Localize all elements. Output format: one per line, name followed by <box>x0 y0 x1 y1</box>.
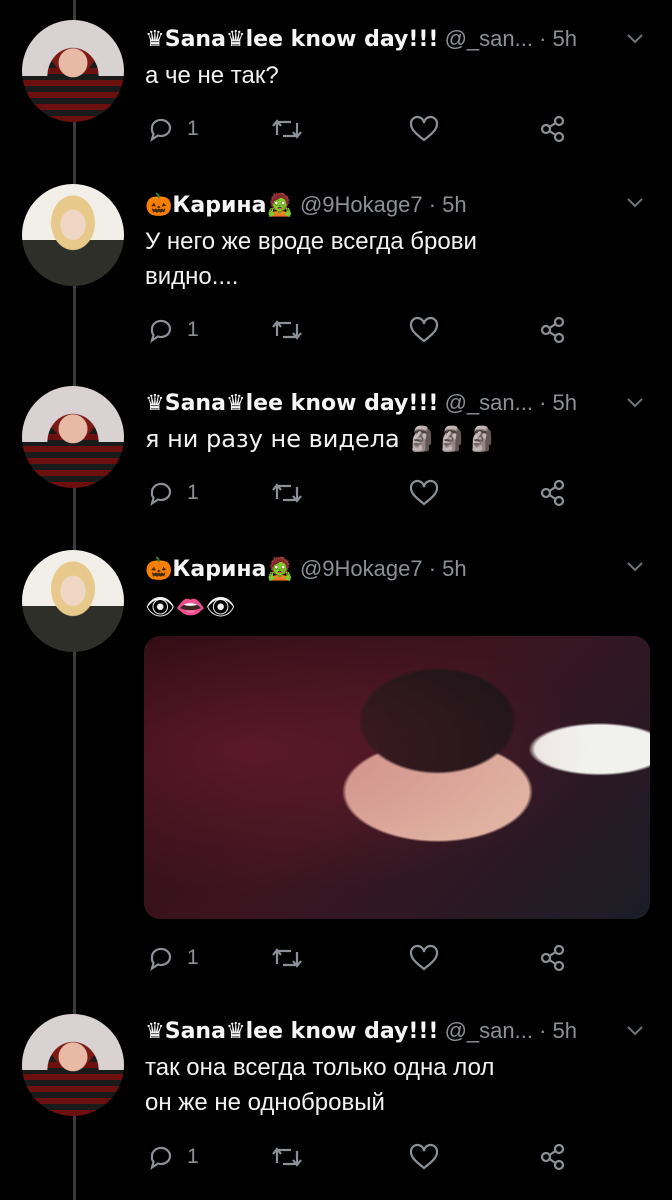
reply-count: 1 <box>187 481 199 504</box>
share-button[interactable] <box>538 942 568 974</box>
tweet-time[interactable]: · 5h <box>429 556 467 581</box>
heart-icon <box>409 115 439 142</box>
heart-icon <box>409 479 439 506</box>
tweet-text-line: У него же вроде всегда брови <box>145 228 477 255</box>
tweet-actions: 1 <box>145 314 585 346</box>
tweet-header: ♛Sana♛lee know day!!! @_san... · 5h <box>145 26 577 52</box>
heart-icon <box>409 944 439 971</box>
tweet-text: так она всегда только одна лол он же не … <box>145 1050 494 1120</box>
retweet-icon <box>272 320 302 340</box>
retweet-button[interactable] <box>271 113 303 145</box>
avatar[interactable] <box>22 20 124 122</box>
tweet-header: 🎃Карина🧟 @9Hokage7 · 5h <box>145 192 467 218</box>
tweet-time[interactable]: · 5h <box>539 1018 577 1043</box>
tweet-text-line: видно.... <box>145 263 239 290</box>
author-name[interactable]: ♛Sana♛lee know day!!! <box>145 1019 438 1044</box>
tweet-media-image[interactable] <box>144 636 650 919</box>
reply-count: 1 <box>187 1145 199 1168</box>
tweet-header: ♛Sana♛lee know day!!! @_san... · 5h <box>145 390 577 416</box>
like-button[interactable] <box>409 1141 439 1173</box>
share-button[interactable] <box>538 314 568 346</box>
reply-count: 1 <box>187 318 199 341</box>
reply-button[interactable]: 1 <box>147 942 199 974</box>
chevron-down-icon[interactable] <box>626 558 644 576</box>
tweet-time[interactable]: · 5h <box>539 26 577 51</box>
author-handle[interactable]: @_san... <box>445 26 533 51</box>
reply-count: 1 <box>187 117 199 140</box>
tweet-text: а че не так? <box>145 58 279 93</box>
chevron-down-icon[interactable] <box>626 30 644 48</box>
tweet-time[interactable]: · 5h <box>429 192 467 217</box>
avatar[interactable] <box>22 1014 124 1116</box>
retweet-icon <box>272 483 302 503</box>
heart-icon <box>409 1143 439 1170</box>
avatar[interactable] <box>22 386 124 488</box>
tweet-actions: 1 <box>145 942 585 974</box>
share-button[interactable] <box>538 1141 568 1173</box>
share-icon <box>540 316 565 344</box>
chevron-down-icon[interactable] <box>626 194 644 212</box>
tweet-text-line: так она всегда только одна лол <box>145 1054 495 1081</box>
share-icon <box>540 944 565 972</box>
author-name[interactable]: 🎃Карина🧟 <box>145 557 294 582</box>
retweet-button[interactable] <box>271 1141 303 1173</box>
share-button[interactable] <box>538 477 568 509</box>
author-name[interactable]: ♛Sana♛lee know day!!! <box>145 391 438 416</box>
avatar[interactable] <box>22 184 124 286</box>
reply-button[interactable]: 1 <box>147 1141 199 1173</box>
share-button[interactable] <box>538 113 568 145</box>
reply-button[interactable]: 1 <box>147 477 199 509</box>
tweet-text-line: 👁👄👁 <box>145 593 236 621</box>
like-button[interactable] <box>409 113 439 145</box>
tweet-text: 👁👄👁 <box>145 590 236 625</box>
heart-icon <box>409 316 439 343</box>
author-name[interactable]: 🎃Карина🧟 <box>145 193 294 218</box>
tweet-text-line: а че не так? <box>145 62 279 89</box>
tweet-header: 🎃Карина🧟 @9Hokage7 · 5h <box>145 556 467 582</box>
tweet-header: ♛Sana♛lee know day!!! @_san... · 5h <box>145 1018 577 1044</box>
reply-icon <box>150 947 172 972</box>
chevron-down-icon[interactable] <box>626 1022 644 1040</box>
reply-icon <box>150 482 172 507</box>
author-name[interactable]: ♛Sana♛lee know day!!! <box>145 27 438 52</box>
media-photo <box>144 636 650 919</box>
chevron-down-icon[interactable] <box>626 394 644 412</box>
reply-icon <box>150 118 172 143</box>
like-button[interactable] <box>409 942 439 974</box>
reply-icon <box>150 319 172 344</box>
retweet-button[interactable] <box>271 942 303 974</box>
tweet-actions: 1 <box>145 477 585 509</box>
tweet-text-line: я ни разу не видела 🗿🗿🗿 <box>145 425 498 453</box>
avatar[interactable] <box>22 550 124 652</box>
author-handle[interactable]: @9Hokage7 <box>300 192 423 217</box>
retweet-button[interactable] <box>271 477 303 509</box>
tweet-time[interactable]: · 5h <box>539 390 577 415</box>
tweet-text: У него же вроде всегда брови видно.... <box>145 224 477 294</box>
share-icon <box>540 115 565 143</box>
share-icon <box>540 479 565 507</box>
reply-icon <box>150 1146 172 1171</box>
tweet-actions: 1 <box>145 1141 585 1173</box>
like-button[interactable] <box>409 477 439 509</box>
share-icon <box>540 1143 565 1171</box>
author-handle[interactable]: @_san... <box>445 1018 533 1043</box>
author-handle[interactable]: @_san... <box>445 390 533 415</box>
retweet-button[interactable] <box>271 314 303 346</box>
author-handle[interactable]: @9Hokage7 <box>300 556 423 581</box>
like-button[interactable] <box>409 314 439 346</box>
reply-button[interactable]: 1 <box>147 314 199 346</box>
tweet-text: я ни разу не видела 🗿🗿🗿 <box>145 422 497 457</box>
reply-count: 1 <box>187 946 199 969</box>
tweet-actions: 1 <box>145 113 585 145</box>
retweet-icon <box>272 119 302 139</box>
retweet-icon <box>272 1147 302 1167</box>
tweet-text-line: он же не однобровый <box>145 1089 385 1116</box>
retweet-icon <box>272 948 302 968</box>
reply-button[interactable]: 1 <box>147 113 199 145</box>
